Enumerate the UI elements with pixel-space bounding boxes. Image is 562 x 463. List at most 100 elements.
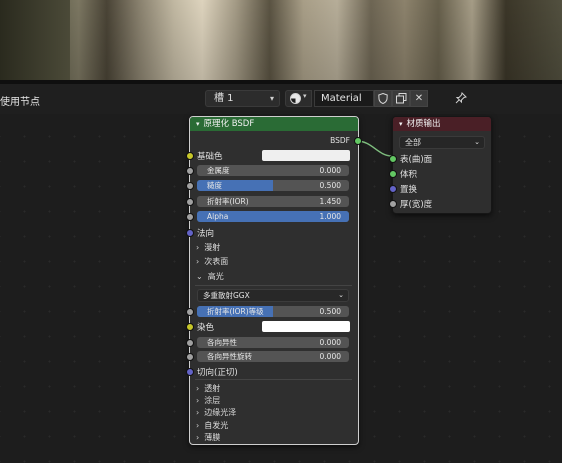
bsdf-output-row: BSDF: [190, 134, 362, 148]
chevron-down-icon: ▾: [269, 94, 274, 103]
chevron-right-icon: ›: [196, 384, 200, 393]
distribution-value: 多重散射GGX: [203, 291, 250, 300]
chevron-right-icon: ›: [196, 408, 200, 417]
ior-level-socket[interactable]: [186, 308, 194, 316]
chevron-down-icon: ⌄: [196, 272, 203, 281]
material-name-field[interactable]: Material: [314, 90, 374, 107]
panel-subsurface-label: 次表面: [204, 257, 229, 266]
duplicate-material-button[interactable]: [392, 90, 410, 107]
displacement-socket[interactable]: [389, 185, 397, 193]
fake-user-shield-icon: [378, 92, 388, 105]
metallic-socket[interactable]: [186, 167, 194, 175]
panel-divider: [195, 285, 352, 286]
anisotropic-row: 各向异性 0.000: [186, 336, 358, 350]
normal-row: 法向: [186, 226, 358, 240]
metallic-row: 金属度 0.000: [186, 164, 358, 178]
panel-divider: [195, 379, 352, 380]
use-nodes-label[interactable]: 使用节点: [0, 93, 40, 108]
ior-slider[interactable]: 折射率(IOR) 1.450: [197, 196, 349, 207]
thickness-socket[interactable]: [389, 200, 397, 208]
surface-input-row: 表(曲)面: [389, 152, 491, 166]
fake-user-button[interactable]: [374, 90, 392, 107]
tint-swatch[interactable]: [262, 321, 350, 332]
bsdf-node-title: 原理化 BSDF: [203, 119, 255, 129]
roughness-label: 糙度: [207, 181, 222, 190]
ior-value: 1.450: [319, 197, 341, 206]
alpha-value: 1.000: [319, 212, 341, 221]
surface-socket[interactable]: [389, 155, 397, 163]
normal-label: 法向: [197, 229, 215, 239]
distribution-row: 多重散射GGX ⌄: [190, 289, 358, 303]
ior-level-slider[interactable]: 折射率(IOR)等级 0.500: [197, 306, 349, 317]
ior-level-label: 折射率(IOR)等级: [207, 307, 264, 316]
normal-socket[interactable]: [186, 229, 194, 237]
base-color-swatch[interactable]: [262, 150, 350, 161]
alpha-slider[interactable]: Alpha 1.000: [197, 211, 349, 222]
render-target-dropdown[interactable]: 全部 ⌄: [399, 136, 485, 149]
panel-thin-film-label: 薄膜: [204, 433, 221, 442]
output-node-title: 材质输出: [406, 119, 441, 129]
material-output-node[interactable]: ▾ 材质输出 全部 ⌄ 表(曲)面 体积 置换 厚(宽)度: [389, 116, 492, 214]
base-color-socket[interactable]: [186, 152, 194, 160]
unlink-material-button[interactable]: ✕: [410, 90, 428, 107]
tint-socket[interactable]: [186, 323, 194, 331]
alpha-row: Alpha 1.000: [186, 210, 358, 224]
ior-socket[interactable]: [186, 198, 194, 206]
pin-icon: [455, 92, 467, 104]
ior-level-value: 0.500: [319, 307, 341, 316]
chevron-down-icon: ▾: [303, 92, 307, 100]
chevron-right-icon: ›: [196, 421, 200, 430]
ior-level-row: 折射率(IOR)等级 0.500: [186, 305, 358, 319]
panel-thin-film[interactable]: › 薄膜: [190, 431, 358, 445]
material-slot-dropdown[interactable]: 槽 1 ▾: [205, 90, 280, 107]
surface-label: 表(曲)面: [400, 155, 433, 165]
tint-label: 染色: [197, 323, 215, 333]
pin-button[interactable]: [454, 90, 468, 107]
chevron-right-icon: ›: [196, 257, 200, 266]
material-browse-button[interactable]: ▾: [285, 90, 312, 107]
anisotropic-rotation-slider[interactable]: 各向异性旋转 0.000: [197, 351, 349, 362]
chevron-right-icon: ›: [196, 243, 200, 252]
panel-subsurface[interactable]: › 次表面: [190, 255, 358, 269]
bsdf-output-label: BSDF: [330, 136, 350, 145]
chevron-down-icon: ⌄: [474, 138, 480, 146]
panel-diffuse-label: 漫射: [204, 243, 221, 252]
metallic-value: 0.000: [319, 166, 341, 175]
panel-sheen[interactable]: › 边缘光泽: [190, 406, 358, 420]
output-node-header[interactable]: ▾ 材质输出: [393, 117, 491, 131]
metallic-slider[interactable]: 金属度 0.000: [197, 165, 349, 176]
bsdf-output-socket[interactable]: [354, 137, 362, 145]
base-color-row: 基础色: [186, 149, 358, 163]
anisotropic-slider[interactable]: 各向异性 0.000: [197, 337, 349, 348]
chevron-down-icon: ⌄: [338, 291, 344, 299]
roughness-socket[interactable]: [186, 182, 194, 190]
collapse-arrow-icon[interactable]: ▾: [196, 120, 200, 128]
panel-diffuse[interactable]: › 漫射: [190, 241, 358, 255]
roughness-slider[interactable]: 糙度 0.500: [197, 180, 349, 191]
panel-sheen-label: 边缘光泽: [204, 408, 237, 417]
anisotropic-socket[interactable]: [186, 339, 194, 347]
anisotropic-rotation-socket[interactable]: [186, 353, 194, 361]
collapse-arrow-icon[interactable]: ▾: [399, 120, 403, 128]
viewport-render-preview[interactable]: [0, 0, 562, 82]
principled-bsdf-node[interactable]: ▾ 原理化 BSDF BSDF 基础色 金属度 0.000 糙度 0.500 折射…: [186, 116, 362, 445]
panel-specular-label: 高光: [207, 272, 224, 281]
material-sphere-icon: [290, 93, 301, 104]
panel-coat-label: 涂层: [204, 396, 221, 405]
displacement-input-row: 置换: [389, 182, 491, 196]
thickness-input-row: 厚(宽)度: [389, 197, 491, 211]
distribution-dropdown[interactable]: 多重散射GGX ⌄: [197, 289, 349, 302]
tangent-socket[interactable]: [186, 368, 194, 376]
duplicate-icon: [395, 93, 406, 104]
panel-specular[interactable]: ⌄ 高光: [190, 270, 358, 284]
alpha-socket[interactable]: [186, 213, 194, 221]
roughness-row: 糙度 0.500: [186, 179, 358, 193]
ior-label: 折射率(IOR): [207, 197, 249, 206]
volume-socket[interactable]: [389, 170, 397, 178]
render-target-value: 全部: [405, 138, 421, 147]
anisotropic-rotation-label: 各向异性旋转: [207, 352, 252, 361]
chevron-right-icon: ›: [196, 433, 200, 442]
alpha-label: Alpha: [207, 212, 229, 221]
node-editor-header: 使用节点: [0, 84, 562, 114]
bsdf-node-header[interactable]: ▾ 原理化 BSDF: [190, 117, 358, 131]
